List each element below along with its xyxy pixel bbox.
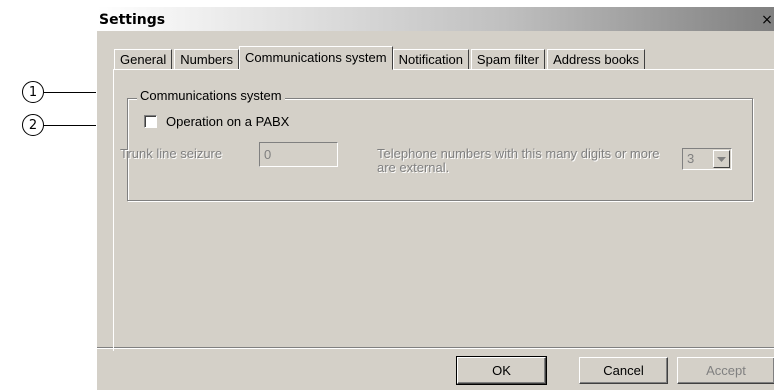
tab-numbers[interactable]: Numbers xyxy=(174,49,239,69)
ok-button[interactable]: OK xyxy=(456,356,547,385)
callout-2-number: 2 xyxy=(28,117,38,133)
close-icon[interactable]: × xyxy=(760,13,774,27)
cancel-button[interactable]: Cancel xyxy=(579,357,668,384)
tab-general[interactable]: General xyxy=(114,49,173,69)
tab-communications-system[interactable]: Communications system xyxy=(239,46,393,70)
tab-panel xyxy=(113,69,774,351)
tab-bar: General Numbers Communications system No… xyxy=(114,46,647,70)
accept-button[interactable]: Accept xyxy=(677,357,774,384)
callout-2-line xyxy=(44,125,96,126)
callout-1-number: 1 xyxy=(28,84,38,100)
callout-2: 2 xyxy=(22,114,44,136)
tab-address-books[interactable]: Address books xyxy=(547,49,646,69)
tab-notification[interactable]: Notification xyxy=(392,49,469,69)
callout-1-line xyxy=(44,92,96,93)
tab-spam-filter[interactable]: Spam filter xyxy=(470,49,546,69)
callout-1: 1 xyxy=(22,81,44,103)
dialog-title: Settings xyxy=(99,12,166,28)
title-bar[interactable]: Settings × xyxy=(97,7,774,31)
settings-dialog: Settings × General Numbers Communication… xyxy=(96,6,774,390)
